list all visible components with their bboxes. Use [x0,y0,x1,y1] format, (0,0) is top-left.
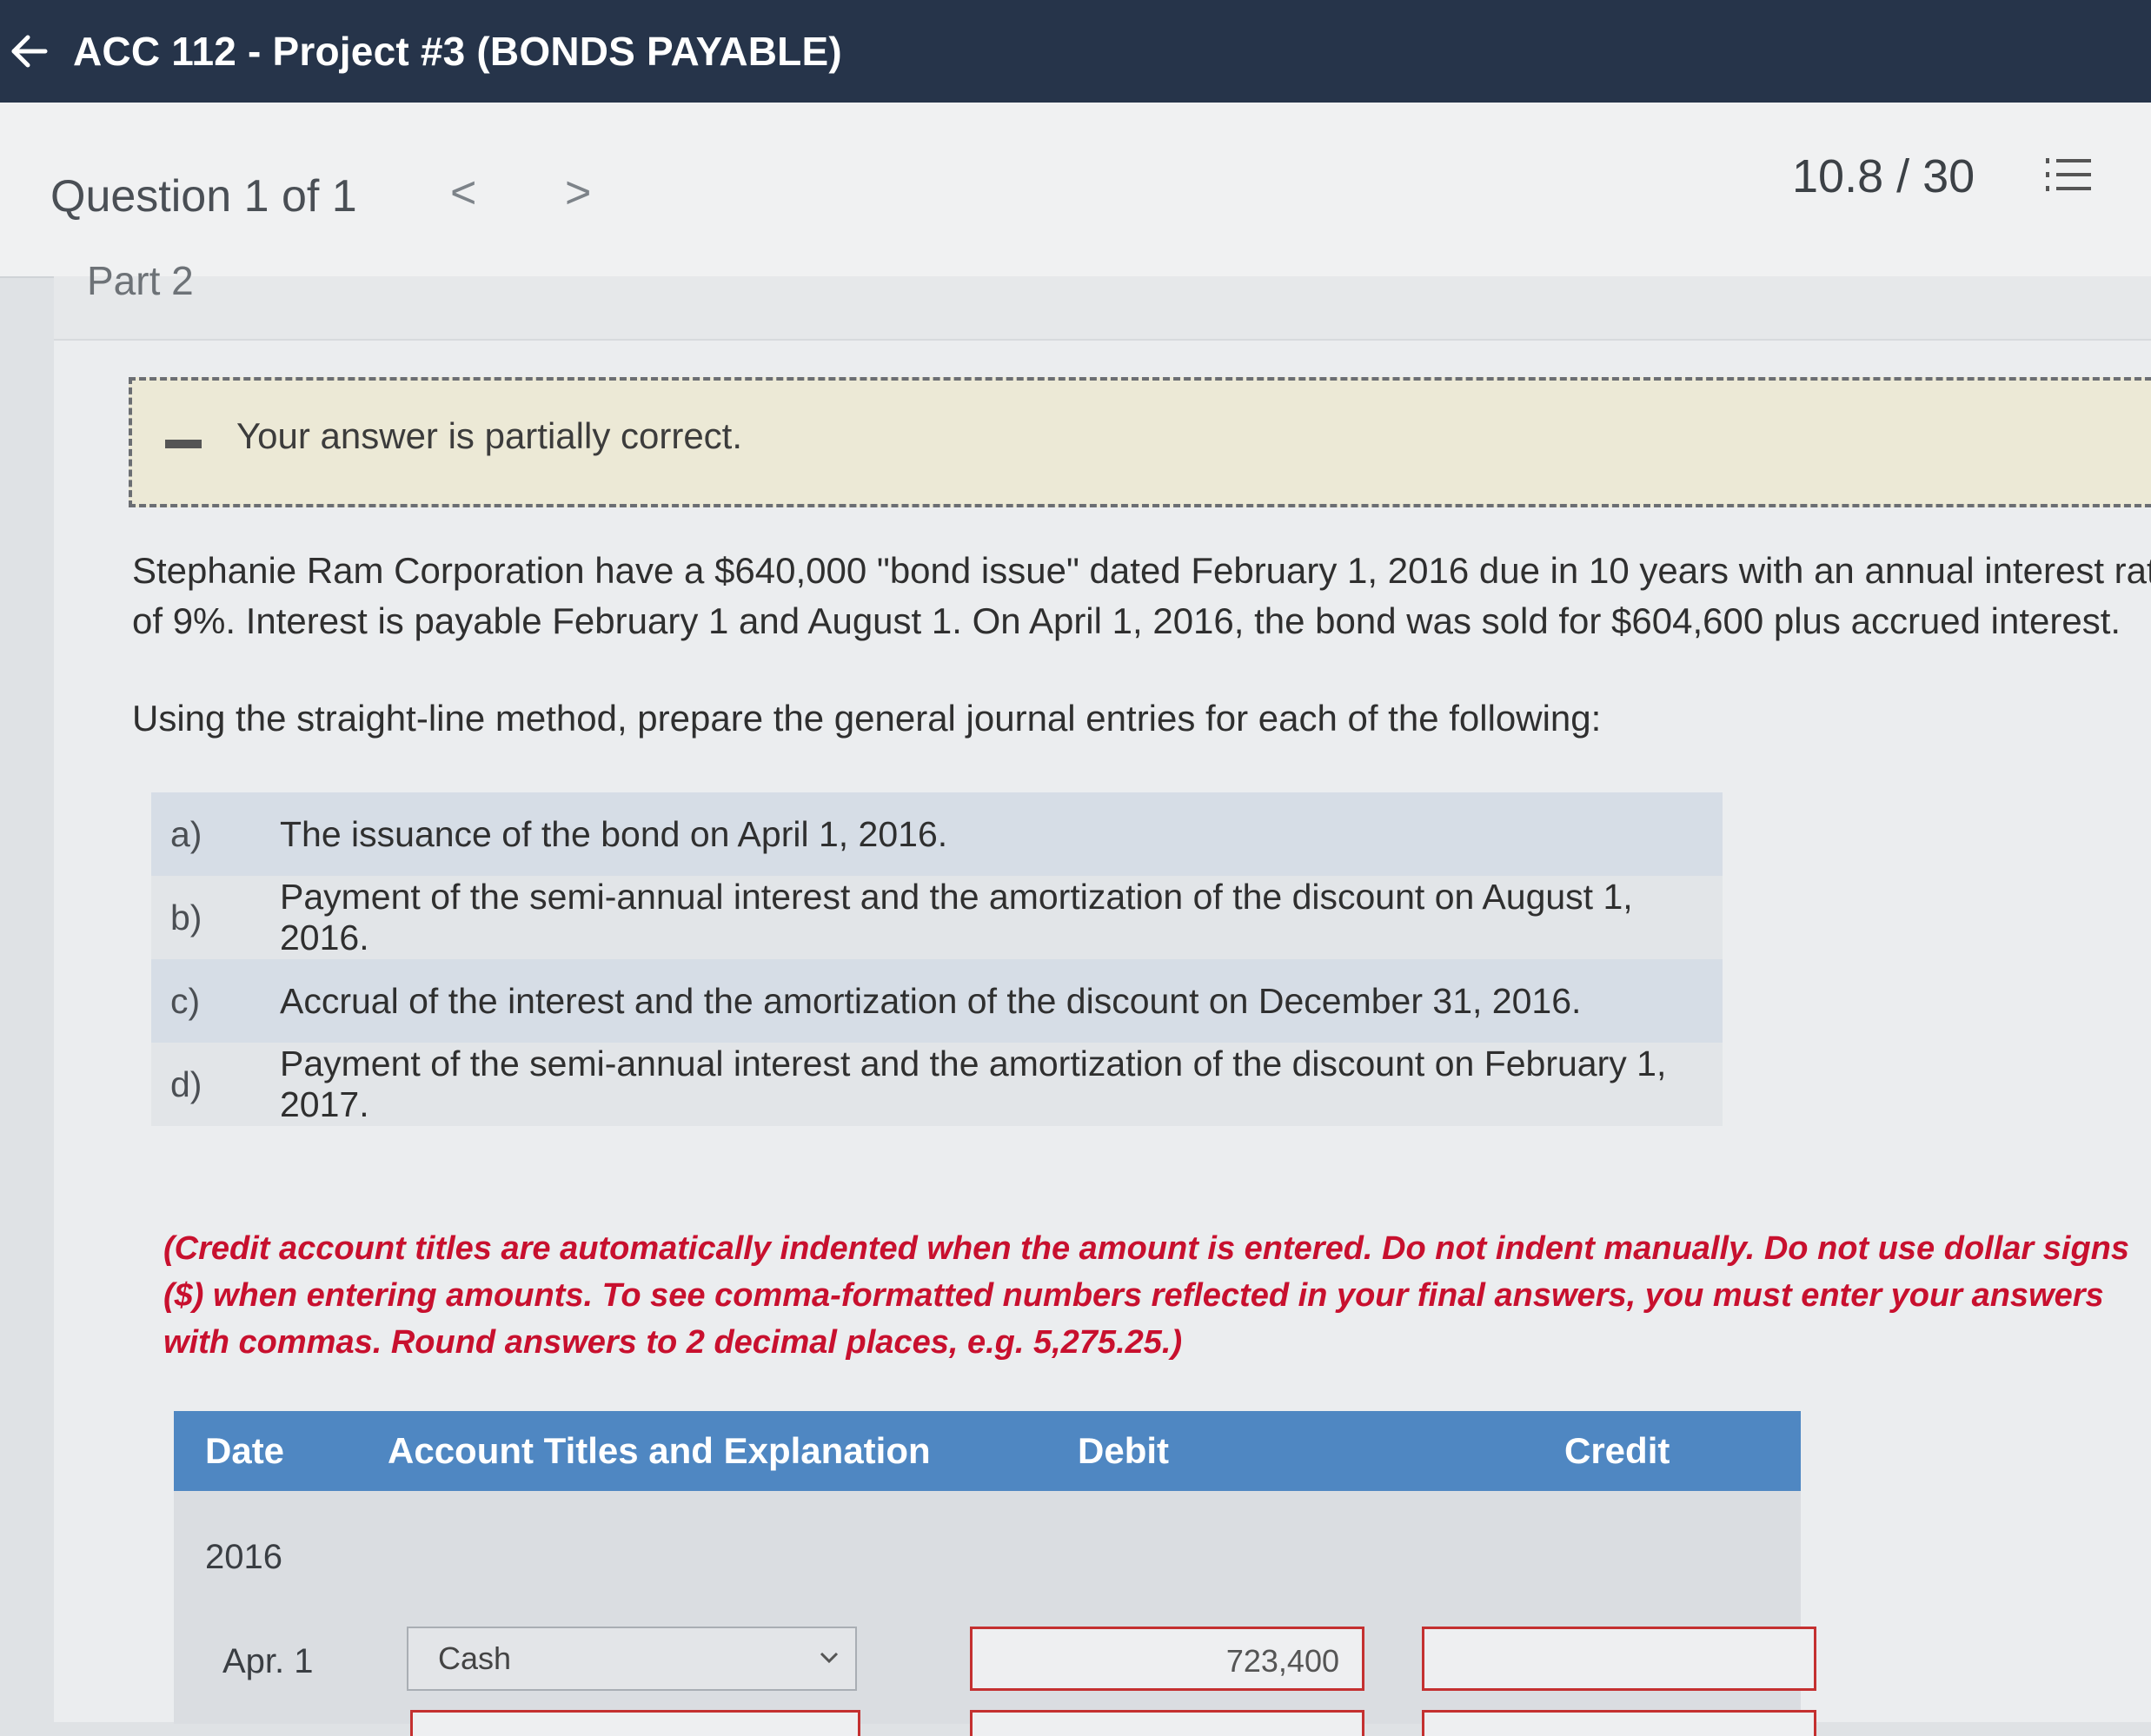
entry-instructions: (Credit account titles are automatically… [163,1230,2130,1361]
score-display: 10.8 / 30 [1792,150,1975,202]
entry-date: Apr. 1 [222,1642,314,1680]
task-letter: b) [170,897,202,938]
back-arrow-icon[interactable] [7,30,50,73]
top-bar: ACC 112 - Project #3 (BONDS PAYABLE) [0,0,2151,103]
next-question-button[interactable]: > [565,167,591,219]
assignment-title: ACC 112 - Project #3 (BONDS PAYABLE) [73,29,842,74]
header-account: Account Titles and Explanation [388,1430,931,1471]
question-bar: Question 1 of 1 < > 10.8 / 30 [0,103,2151,278]
task-letter: a) [170,813,202,854]
next-account-title-select[interactable] [410,1710,860,1736]
question-counter: Question 1 of 1 [50,171,357,222]
task-text: Payment of the semi-annual interest and … [280,1044,1667,1124]
task-row-c: c) Accrual of the interest and the amort… [151,959,1723,1043]
feedback-text: Your answer is partially correct. [236,415,743,456]
debit-amount-input[interactable]: 723,400 [970,1627,1364,1691]
next-debit-amount-input[interactable] [970,1710,1364,1736]
task-letter: d) [170,1063,202,1104]
feedback-banner: Your answer is partially correct. [129,377,2151,507]
question-content: Part 2 Your answer is partially correct.… [54,258,2151,1736]
problem-prompt: Using the straight-line method, prepare … [132,698,1602,739]
problem-statement: Stephanie Ram Corporation have a $640,00… [132,550,2151,641]
next-credit-amount-input[interactable] [1422,1710,1816,1736]
task-row-a: a) The issuance of the bond on April 1, … [151,792,1723,876]
part-header: Part 2 [54,258,2151,341]
task-letter: c) [170,980,201,1021]
task-list: a) The issuance of the bond on April 1, … [151,792,1723,1126]
task-text: Accrual of the interest and the amortiza… [280,980,1582,1021]
task-text: Payment of the semi-annual interest and … [280,877,1633,957]
part-label: Part 2 [87,258,194,303]
partial-correct-icon [165,440,202,448]
header-credit: Credit [1564,1430,1670,1471]
entry-year: 2016 [205,1538,282,1576]
task-text: The issuance of the bond on April 1, 201… [280,813,948,854]
journal-header-row: Date Account Titles and Explanation Debi… [174,1411,1801,1491]
task-row-d: d) Payment of the semi-annual interest a… [151,1043,1723,1126]
previous-question-button[interactable]: < [450,167,476,219]
account-title-select[interactable]: Cash [407,1627,857,1691]
journal-entry-table: Date Account Titles and Explanation Debi… [174,1411,1816,1736]
credit-amount-input[interactable] [1422,1627,1816,1691]
question-list-icon[interactable] [2042,151,2095,203]
task-row-b: b) Payment of the semi-annual interest a… [151,876,1723,959]
header-debit: Debit [1078,1430,1169,1471]
header-date: Date [205,1430,285,1471]
account-title-value: Cash [438,1640,512,1676]
chevron-down-icon [820,1652,839,1664]
